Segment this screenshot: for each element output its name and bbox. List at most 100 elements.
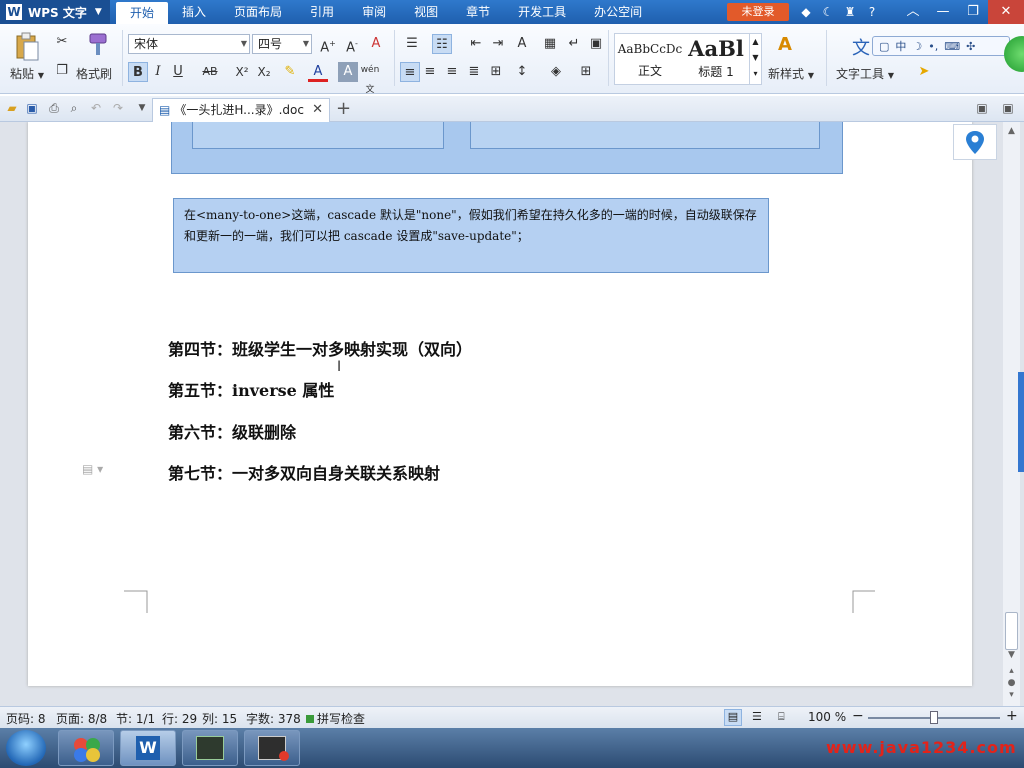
taskbar-app-player-icon[interactable] (244, 730, 300, 766)
subscript-icon[interactable]: X₂ (254, 62, 274, 82)
select-browse-icon[interactable]: ● (1003, 678, 1020, 688)
restore-icon[interactable]: ❐ (958, 0, 988, 24)
status-word-count[interactable]: 字数: 378 (246, 710, 301, 727)
document-page[interactable]: 在<many-to-one>这端，cascade 默认是"none"，假如我们希… (28, 122, 972, 686)
highlight-icon[interactable]: ✎ (280, 62, 300, 82)
close-all-icon[interactable]: ▣ (1000, 100, 1016, 116)
close-window-icon[interactable]: ✕ (988, 0, 1024, 24)
paragraph-handle-icon[interactable]: ▤ ▾ (82, 462, 103, 476)
taskbar-app-wps-icon[interactable]: W (120, 730, 176, 766)
show-marks-icon[interactable]: ↵ (564, 34, 584, 54)
italic-icon[interactable]: I (148, 62, 168, 82)
clear-format-icon[interactable]: A (366, 34, 386, 54)
ime-mode[interactable]: 中 (895, 38, 906, 54)
border-box-icon[interactable]: ▣ (586, 34, 606, 54)
menu-tab-2[interactable]: 页面布局 (220, 0, 296, 24)
cut-icon[interactable]: ✂ (52, 32, 72, 52)
note-textbox[interactable]: 在<many-to-one>这端，cascade 默认是"none"，假如我们希… (173, 198, 769, 273)
scrollbar-thumb[interactable] (1005, 612, 1018, 650)
text-tools-button[interactable]: 文字工具 ▼ (836, 65, 894, 82)
decrease-indent-icon[interactable]: ⇤ (466, 34, 486, 54)
skin-icon[interactable]: ◆ (798, 3, 814, 21)
bold-icon[interactable]: B (128, 62, 148, 82)
distribute-icon[interactable]: ⊞ (486, 62, 506, 82)
side-panel-toggle[interactable] (1018, 372, 1024, 472)
minimize-icon[interactable]: — (928, 0, 958, 24)
redo-icon[interactable]: ↷ (110, 100, 126, 116)
heading-section-7[interactable]: 第七节：一对多双向自身关联关系映射 (168, 460, 440, 484)
open-folder-icon[interactable]: ▰ (4, 100, 20, 116)
scroll-up-icon[interactable]: ▲ (1003, 126, 1020, 136)
shirt-icon[interactable]: ♜ (842, 3, 858, 21)
grow-font-icon[interactable]: A+ (318, 34, 338, 55)
menu-tab-1[interactable]: 插入 (168, 0, 220, 24)
gallery-scroll[interactable]: ▲ ▼ ▾ (749, 34, 761, 84)
zoom-in-icon[interactable]: + (1006, 708, 1018, 724)
collapse-ribbon-icon[interactable]: ︿ (898, 0, 928, 24)
font-size-select[interactable]: 四号 ▼ (252, 34, 312, 54)
format-painter-icon[interactable] (84, 32, 110, 58)
zoom-out-icon[interactable]: − (852, 708, 864, 724)
menu-tab-8[interactable]: 办公空间 (580, 0, 656, 24)
next-page-icon[interactable]: ▾ (1003, 690, 1020, 700)
taskbar-app-recorder-icon[interactable] (182, 730, 238, 766)
location-pin-button[interactable] (953, 124, 997, 160)
heading-section-4[interactable]: 第四节：班级学生一对多映射实现（双向） (168, 336, 472, 360)
style-heading1[interactable]: AaBl 标题 1 (685, 34, 747, 84)
new-tab-icon[interactable]: + (336, 98, 351, 119)
increase-indent-icon[interactable]: ⇥ (488, 34, 508, 54)
taskbar-app-media-icon[interactable] (58, 730, 114, 766)
table-icon[interactable]: ▦ (540, 34, 560, 54)
numbered-list-icon[interactable]: ☷ (432, 34, 452, 54)
document-tab[interactable]: ▤ 《一头扎进H...录》.doc ✕ (152, 98, 330, 122)
menu-tab-7[interactable]: 开发工具 (504, 0, 580, 24)
moon-icon[interactable]: ☾ (820, 3, 836, 21)
paste-button[interactable]: 粘贴 ▼ (10, 65, 44, 82)
zoom-slider-thumb[interactable] (930, 711, 938, 724)
new-style-button[interactable]: 新样式 ▼ (768, 65, 814, 82)
align-left-icon[interactable]: ≡ (400, 62, 420, 82)
align-center-icon[interactable]: ≡ (420, 62, 440, 82)
align-right-icon[interactable]: ≡ (442, 62, 462, 82)
new-style-icon[interactable]: A (778, 34, 804, 60)
menu-tab-3[interactable]: 引用 (296, 0, 348, 24)
page-view-icon[interactable]: ▤ (724, 709, 742, 726)
save-icon[interactable]: ▣ (24, 100, 40, 116)
borders-icon[interactable]: ⊞ (576, 62, 596, 82)
web-view-icon[interactable]: ⌸ (778, 710, 785, 724)
start-button-icon[interactable] (6, 730, 46, 766)
phonetic-guide-icon[interactable]: wén 文 (360, 60, 380, 95)
diagram-shape[interactable] (171, 122, 843, 174)
spell-check-toggle[interactable]: 拼写检查 (306, 710, 365, 727)
menu-tab-6[interactable]: 章节 (452, 0, 504, 24)
prev-page-icon[interactable]: ▴ (1003, 666, 1020, 676)
outline-view-icon[interactable]: ☰ (752, 710, 762, 723)
shrink-font-icon[interactable]: A- (342, 34, 362, 55)
app-menu-button[interactable]: W WPS 文字 ▼ (0, 0, 110, 24)
select-cursor-icon[interactable]: ➤ (914, 62, 934, 82)
zoom-level[interactable]: 100 % (808, 710, 846, 724)
print-icon[interactable]: ⎙ (46, 100, 62, 116)
close-tab-icon[interactable]: ✕ (312, 99, 323, 121)
font-color-icon[interactable]: A (308, 62, 328, 82)
print-preview-icon[interactable]: ⌕ (66, 100, 82, 116)
text-direction-icon[interactable]: A (512, 34, 532, 54)
help-icon[interactable]: ? (864, 3, 880, 21)
copy-icon[interactable]: ❐ (52, 61, 72, 81)
char-shading-icon[interactable]: A (338, 62, 358, 82)
line-spacing-icon[interactable]: ↕ (512, 62, 532, 82)
bullet-list-icon[interactable]: ☰ (402, 34, 422, 54)
superscript-icon[interactable]: X² (232, 62, 252, 82)
tab-list-icon[interactable]: ▣ (974, 100, 990, 116)
login-button[interactable]: 未登录 (727, 3, 789, 21)
format-painter-label[interactable]: 格式刷 (76, 65, 112, 82)
shading-fill-icon[interactable]: ◈ (546, 62, 566, 82)
quick-access-more-icon[interactable]: ▼ (134, 100, 150, 116)
heading-section-6[interactable]: 第六节：级联删除 (168, 419, 296, 443)
style-normal[interactable]: AaBbCcDc 正文 (617, 34, 683, 84)
undo-icon[interactable]: ↶ (88, 100, 104, 116)
menu-tab-5[interactable]: 视图 (400, 0, 452, 24)
paste-icon[interactable] (14, 32, 40, 61)
underline-icon[interactable]: U (168, 62, 188, 82)
strikethrough-icon[interactable]: AB (198, 62, 222, 82)
